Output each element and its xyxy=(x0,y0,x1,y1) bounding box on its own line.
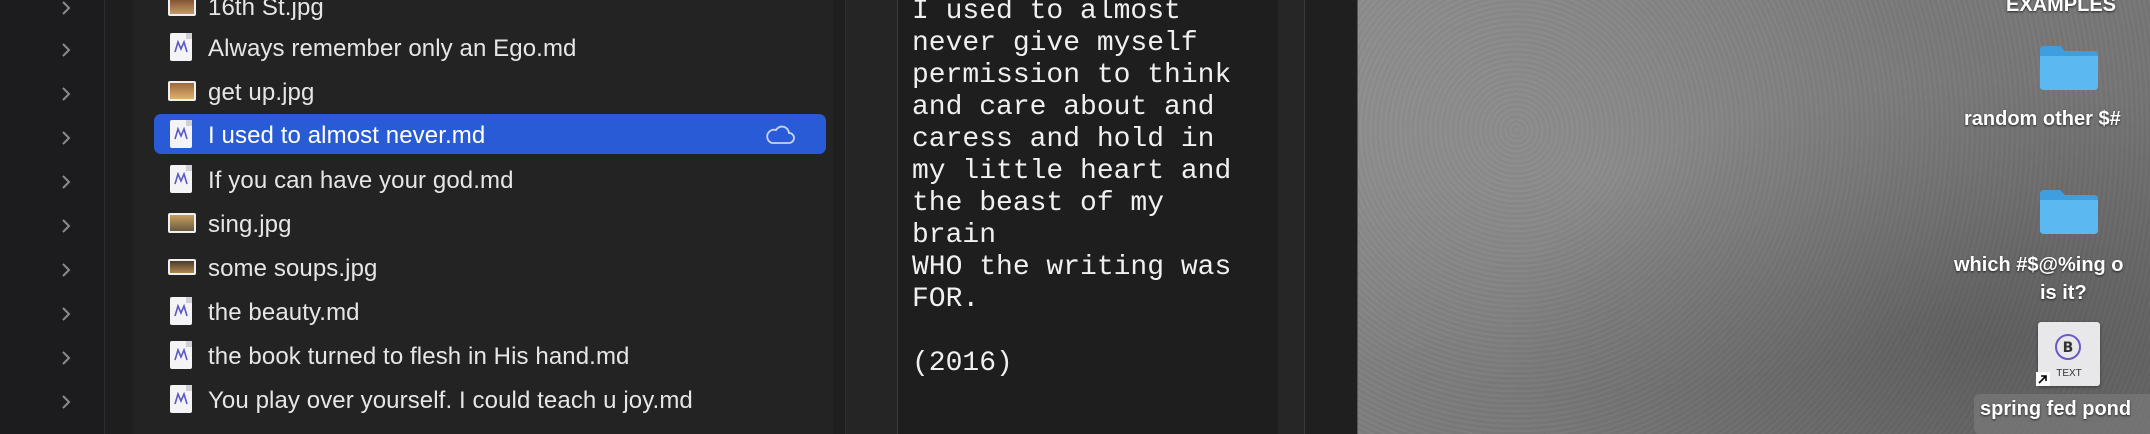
markdown-file-icon xyxy=(168,341,194,369)
desktop-folder-label[interactable]: is it? xyxy=(2040,282,2087,305)
image-file-icon xyxy=(168,254,196,280)
desktop-folder-label: EXAMPLES xyxy=(2006,0,2117,16)
file-name: the book turned to flesh in His hand.md xyxy=(208,343,630,370)
markdown-file-icon xyxy=(168,33,194,61)
column-divider[interactable] xyxy=(845,0,898,434)
list-item[interactable]: sing.jpg xyxy=(154,203,826,243)
parent-column xyxy=(0,0,105,434)
image-file-icon xyxy=(168,78,196,104)
column-divider[interactable] xyxy=(1305,0,1359,434)
desktop-folder-label[interactable]: random other $# xyxy=(1964,108,2121,131)
cloud-icon xyxy=(764,124,796,146)
list-item[interactable]: 16th St.jpg xyxy=(154,0,826,26)
file-name: Always remember only an Ego.md xyxy=(208,35,577,62)
image-file-icon xyxy=(168,210,196,236)
chevron-right-icon[interactable] xyxy=(58,0,74,16)
folder-icon[interactable] xyxy=(2038,42,2100,92)
chevron-right-icon[interactable] xyxy=(58,130,74,146)
chevron-right-icon[interactable] xyxy=(58,394,74,410)
desktop xyxy=(1358,0,2150,434)
preview-pane: I used to almost never give myself permi… xyxy=(897,0,1279,434)
image-file-icon xyxy=(168,0,196,19)
preview-text: I used to almost never give myself permi… xyxy=(912,0,1232,379)
file-name: 16th St.jpg xyxy=(208,0,324,21)
chevron-right-icon[interactable] xyxy=(58,306,74,322)
file-name: You play over yourself. I could teach u … xyxy=(208,387,693,414)
markdown-file-icon xyxy=(168,120,194,148)
list-item-selected[interactable]: I used to almost never.md xyxy=(154,114,826,154)
file-name: some soups.jpg xyxy=(208,255,378,282)
file-name: sing.jpg xyxy=(208,211,292,238)
chevron-right-icon[interactable] xyxy=(58,174,74,190)
chevron-right-icon[interactable] xyxy=(58,218,74,234)
markdown-file-icon xyxy=(168,165,194,193)
markdown-file-icon xyxy=(168,297,194,325)
file-name: I used to almost never.md xyxy=(208,122,486,149)
file-name: If you can have your god.md xyxy=(208,167,514,194)
markdown-file-icon xyxy=(168,385,194,413)
desktop-folder-label[interactable]: which #$@%ing o xyxy=(1954,254,2124,277)
svg-text:B: B xyxy=(2063,340,2074,356)
chevron-right-icon[interactable] xyxy=(58,350,74,366)
list-item[interactable]: If you can have your god.md xyxy=(154,159,826,199)
list-item[interactable]: some soups.jpg xyxy=(154,247,826,287)
folder-icon[interactable] xyxy=(2038,186,2100,236)
bbedit-icon: B xyxy=(2055,334,2081,360)
chevron-right-icon[interactable] xyxy=(58,262,74,278)
file-name: the beauty.md xyxy=(208,299,360,326)
column-divider[interactable] xyxy=(1278,0,1305,434)
chevron-right-icon[interactable] xyxy=(58,86,74,102)
list-item[interactable]: Always remember only an Ego.md xyxy=(154,27,826,67)
list-item[interactable]: get up.jpg xyxy=(154,71,826,111)
desktop-file-label[interactable]: spring fed pond xyxy=(1980,398,2131,421)
list-item[interactable]: You play over yourself. I could teach u … xyxy=(154,379,826,419)
alias-arrow-icon xyxy=(2036,372,2050,386)
list-item[interactable]: the book turned to flesh in His hand.md xyxy=(154,335,826,375)
list-item[interactable]: the beauty.md xyxy=(154,291,826,331)
file-name: get up.jpg xyxy=(208,79,315,106)
chevron-right-icon[interactable] xyxy=(58,42,74,58)
